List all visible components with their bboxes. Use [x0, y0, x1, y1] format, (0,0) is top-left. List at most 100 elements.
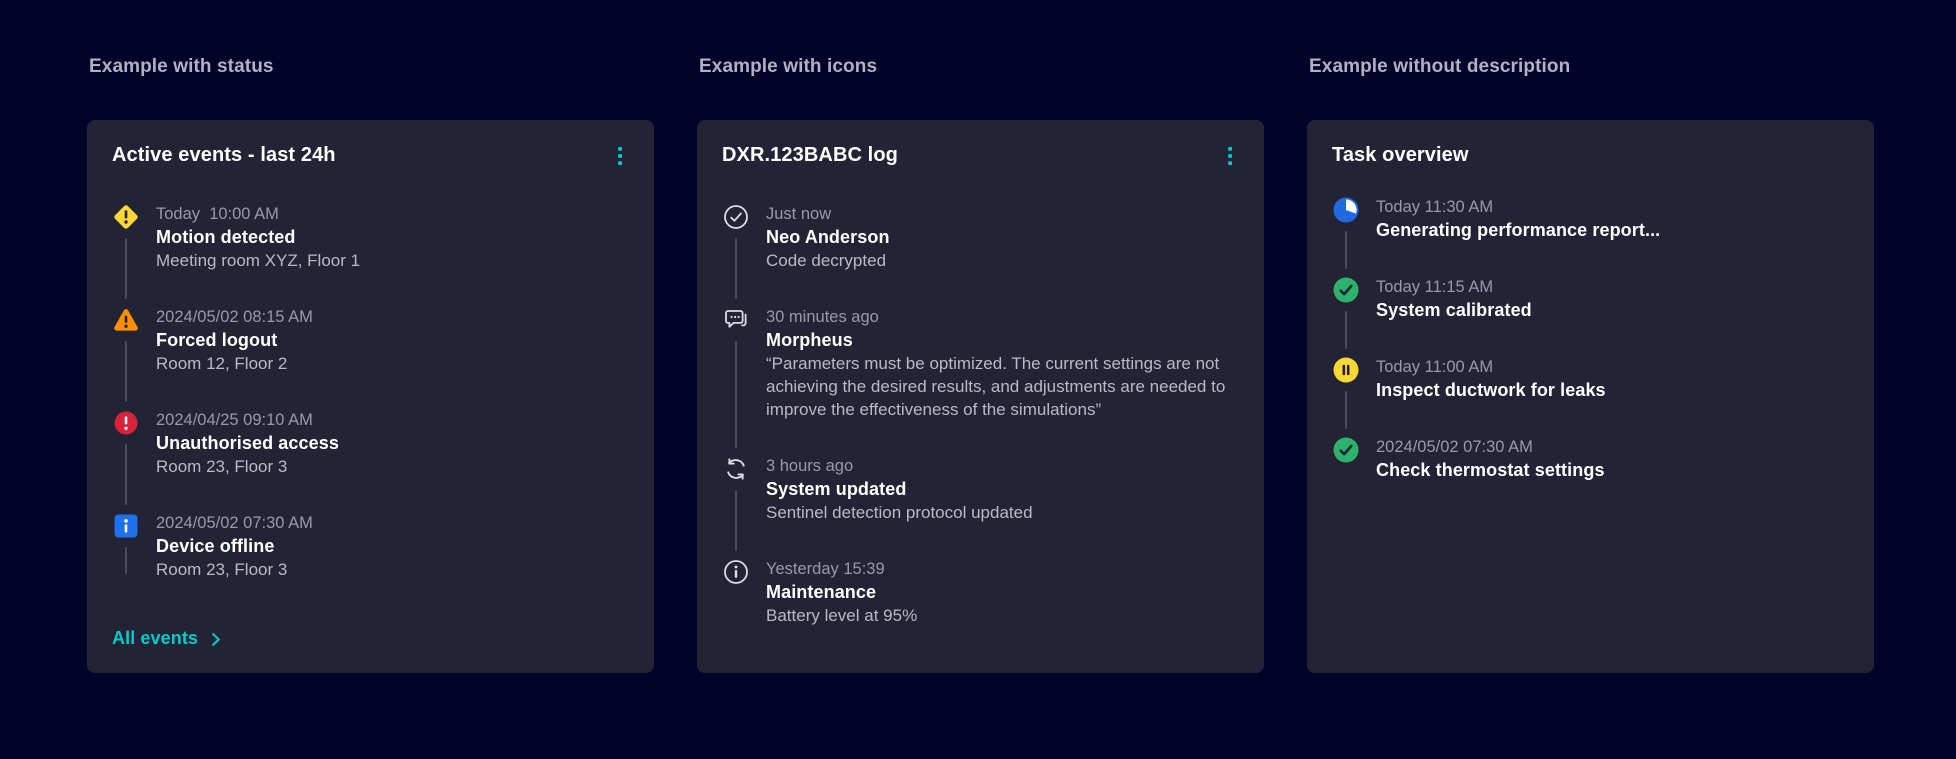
event-list: Today 11:30 AM Generating performance re… [1332, 196, 1850, 482]
event-timestamp: Just now [766, 205, 832, 223]
section-heading: Example with icons [699, 56, 878, 77]
event-rail [722, 306, 750, 455]
event-description: Code decrypted [766, 251, 887, 270]
event-rail [112, 512, 140, 581]
warning-diamond-icon [112, 203, 140, 231]
event-list-item: 3 hours ago System updated Sentinel dete… [722, 455, 1240, 558]
event-list-card: DXR.123BABC log Just now Neo Anderson Co… [697, 120, 1264, 673]
event-content: Today 11:00 AM Inspect ductwork for leak… [1376, 356, 1606, 436]
event-rail [1332, 436, 1360, 482]
all-events-link[interactable]: All events [112, 628, 221, 649]
kebab-menu-icon [608, 142, 632, 173]
event-list-card: Task overview Today 11:30 AM Generating … [1307, 120, 1874, 673]
event-title: Forced logout [156, 330, 278, 350]
event-description: Meeting room XYZ, Floor 1 [156, 251, 361, 270]
event-list-item: 2024/04/25 09:10 AM Unauthorised access … [112, 409, 630, 512]
event-content: Just now Neo Anderson Code decrypted [766, 203, 890, 306]
card-header: Active events - last 24h [112, 142, 630, 175]
event-timestamp: Today 11:15 AM [1376, 278, 1494, 296]
card-title: DXR.123BABC log [722, 144, 898, 166]
event-timestamp: 2024/05/02 07:30 AM [1376, 438, 1533, 456]
event-list-item: Today 11:00 AM Inspect ductwork for leak… [1332, 356, 1850, 436]
event-title: Generating performance report... [1376, 220, 1661, 240]
event-rail [722, 455, 750, 558]
event-content: 2024/05/02 08:15 AM Forced logout Room 1… [156, 306, 313, 409]
event-rail [112, 409, 140, 512]
event-title: System updated [766, 479, 907, 499]
timeline-connector [1345, 391, 1347, 429]
event-list-item: Today 11:30 AM Generating performance re… [1332, 196, 1850, 276]
event-title: Check thermostat settings [1376, 460, 1605, 480]
timeline-connector [735, 238, 737, 299]
event-title: Motion detected [156, 227, 296, 247]
section: Example with status Active events - last… [87, 56, 654, 673]
event-timestamp: Today 10:00 AM [156, 205, 279, 223]
event-description: “Parameters must be optimized. The curre… [766, 354, 1226, 419]
event-content: Today 10:00 AM Motion detected Meeting r… [156, 203, 360, 306]
event-content: Yesterday 15:39 Maintenance Battery leve… [766, 558, 917, 627]
event-title: Inspect ductwork for leaks [1376, 380, 1606, 400]
timeline-connector [735, 490, 737, 551]
event-list-item: 2024/05/02 07:30 AM Check thermostat set… [1332, 436, 1850, 482]
event-description: Room 12, Floor 2 [156, 354, 288, 373]
success-check-icon [1332, 276, 1360, 304]
paused-circle-icon [1332, 356, 1360, 384]
event-description: Sentinel detection protocol updated [766, 503, 1033, 522]
event-rail [112, 306, 140, 409]
event-description: Room 23, Floor 3 [156, 457, 288, 476]
kebab-menu-icon [1218, 142, 1242, 173]
event-content: 2024/05/02 07:30 AM Device offline Room … [156, 512, 313, 581]
alarm-triangle-icon [112, 306, 140, 334]
event-description: Battery level at 95% [766, 606, 918, 625]
timeline-connector [125, 341, 127, 402]
timeline-connector [125, 547, 127, 574]
page: Example with status Active events - last… [0, 0, 1956, 673]
event-list-item: Just now Neo Anderson Code decrypted [722, 203, 1240, 306]
info-circle-outline-icon [722, 558, 750, 586]
event-content: 30 minutes ago Morpheus “Parameters must… [766, 306, 1240, 455]
check-circle-outline-icon [722, 203, 750, 231]
event-rail [722, 203, 750, 306]
event-content: 2024/05/02 07:30 AM Check thermostat set… [1376, 436, 1605, 482]
refresh-outline-icon [722, 455, 750, 483]
all-events-label: All events [112, 628, 199, 648]
event-timestamp: 2024/05/02 08:15 AM [156, 308, 313, 326]
event-rail [1332, 276, 1360, 356]
event-list: Just now Neo Anderson Code decrypted 30 … [722, 203, 1240, 627]
event-timestamp: 2024/05/02 07:30 AM [156, 514, 313, 532]
event-list-card: Active events - last 24h Today 10:00 AM … [87, 120, 654, 673]
chat-bubble-outline-icon [722, 306, 750, 334]
event-list-item: Today 10:00 AM Motion detected Meeting r… [112, 203, 630, 306]
event-rail [1332, 356, 1360, 436]
section-heading: Example with status [89, 56, 274, 77]
card-header: Task overview [1332, 142, 1850, 168]
event-timestamp: 2024/04/25 09:10 AM [156, 411, 313, 429]
event-list-item: 30 minutes ago Morpheus “Parameters must… [722, 306, 1240, 455]
event-timestamp: 3 hours ago [766, 457, 854, 475]
section: Example without description Task overvie… [1307, 56, 1874, 673]
card-title: Active events - last 24h [112, 144, 336, 166]
event-content: 2024/04/25 09:10 AM Unauthorised access … [156, 409, 339, 512]
event-rail [722, 558, 750, 627]
progress-pie-icon [1332, 196, 1360, 224]
section: Example with icons DXR.123BABC log Just … [697, 56, 1264, 673]
event-timestamp: Yesterday 15:39 [766, 560, 885, 578]
timeline-connector [125, 238, 127, 299]
event-description: Room 23, Floor 3 [156, 560, 288, 579]
kebab-menu-button[interactable] [606, 140, 634, 175]
event-title: Device offline [156, 536, 275, 556]
kebab-menu-button[interactable] [1216, 140, 1244, 175]
event-list-item: Today 11:15 AM System calibrated [1332, 276, 1850, 356]
event-title: Neo Anderson [766, 227, 890, 247]
event-rail [112, 203, 140, 306]
event-content: Today 11:30 AM Generating performance re… [1376, 196, 1660, 276]
success-check-icon [1332, 436, 1360, 464]
event-title: System calibrated [1376, 300, 1532, 320]
timeline-connector [1345, 311, 1347, 349]
event-title: Unauthorised access [156, 433, 339, 453]
card-header: DXR.123BABC log [722, 142, 1240, 175]
timeline-connector [125, 444, 127, 505]
event-list-item: Yesterday 15:39 Maintenance Battery leve… [722, 558, 1240, 627]
section-heading: Example without description [1309, 56, 1571, 77]
info-square-icon [112, 512, 140, 540]
